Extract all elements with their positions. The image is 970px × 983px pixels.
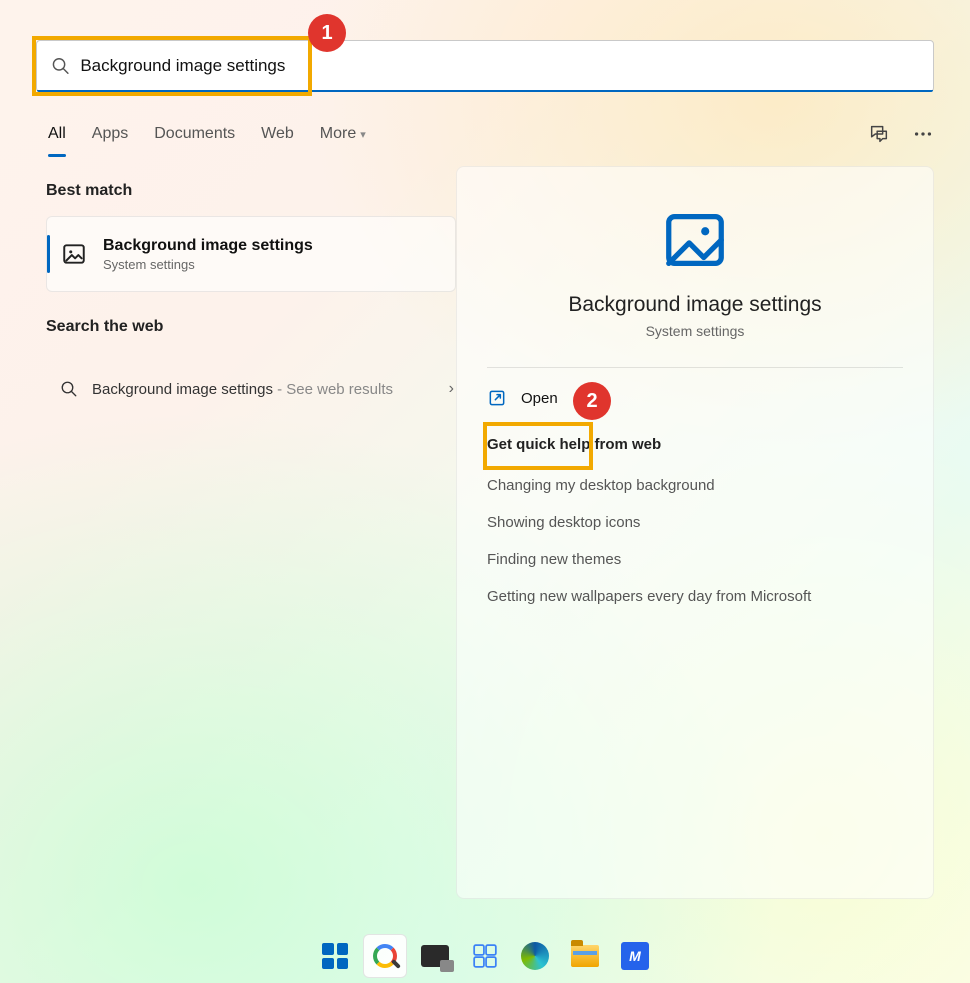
start-button[interactable]	[313, 934, 357, 978]
search-web-heading: Search the web	[46, 318, 456, 336]
taskbar: M	[0, 929, 970, 983]
widgets-button[interactable]	[463, 934, 507, 978]
search-bar[interactable]	[36, 40, 934, 92]
tab-web[interactable]: Web	[261, 121, 294, 147]
edge-icon	[521, 942, 549, 970]
pinned-app-button[interactable]: M	[613, 934, 657, 978]
tab-all[interactable]: All	[48, 121, 66, 147]
picture-icon	[61, 241, 87, 267]
preview-pane: Background image settings System setting…	[456, 166, 934, 899]
task-view-icon	[421, 945, 449, 967]
annotation-badge-1: 1	[308, 14, 346, 52]
preview-subtitle: System settings	[487, 323, 903, 339]
search-icon	[51, 56, 70, 76]
tab-documents[interactable]: Documents	[154, 121, 235, 147]
chevron-right-icon: ›	[449, 380, 454, 398]
help-link[interactable]: Showing desktop icons	[487, 504, 903, 541]
best-match-result[interactable]: Background image settings System setting…	[46, 216, 456, 292]
open-label: Open	[521, 390, 558, 407]
quick-help-heading: Get quick help from web	[487, 436, 903, 453]
best-match-heading: Best match	[46, 182, 456, 200]
widgets-icon	[472, 943, 498, 969]
annotation-badge-2: 2	[573, 382, 611, 420]
filter-tabs: All Apps Documents Web More ▾	[48, 114, 934, 154]
chevron-down-icon: ▾	[360, 128, 366, 141]
help-link[interactable]: Changing my desktop background	[487, 467, 903, 504]
preview-title: Background image settings	[487, 293, 903, 317]
results-left: Best match Background image settings Sys…	[46, 182, 456, 416]
folder-icon	[571, 945, 599, 967]
help-link[interactable]: Finding new themes	[487, 541, 903, 578]
edge-button[interactable]	[513, 934, 557, 978]
more-icon[interactable]	[912, 123, 934, 145]
open-icon	[487, 388, 507, 408]
divider	[487, 367, 903, 368]
best-match-subtitle: System settings	[103, 257, 313, 272]
web-result-item[interactable]: Background image settings - See web resu…	[46, 362, 456, 416]
taskbar-search-button[interactable]	[363, 934, 407, 978]
windows-icon	[322, 943, 348, 969]
best-match-title: Background image settings	[103, 237, 313, 255]
tab-apps[interactable]: Apps	[92, 121, 128, 147]
help-link[interactable]: Getting new wallpapers every day from Mi…	[487, 578, 903, 615]
quick-help-list: Changing my desktop background Showing d…	[487, 467, 903, 615]
search-input[interactable]	[80, 56, 919, 76]
open-action[interactable]: Open	[487, 388, 903, 408]
file-explorer-button[interactable]	[563, 934, 607, 978]
tab-more[interactable]: More ▾	[320, 121, 366, 147]
search-icon	[60, 380, 78, 398]
search-icon	[373, 944, 397, 968]
chat-icon[interactable]	[868, 123, 890, 145]
tab-more-label: More	[320, 125, 356, 142]
web-result-text: Background image settings - See web resu…	[92, 381, 393, 398]
picture-icon	[660, 205, 730, 275]
app-icon: M	[621, 942, 649, 970]
search-panel: 1 All Apps Documents Web More ▾ Best matc…	[16, 6, 954, 923]
task-view-button[interactable]	[413, 934, 457, 978]
